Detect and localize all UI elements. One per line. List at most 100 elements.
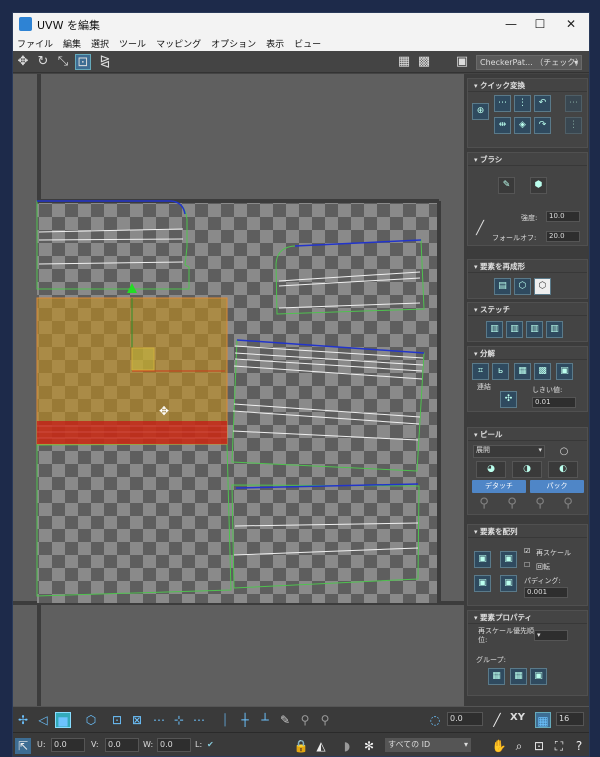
edge-shrink-icon[interactable]: ⋯ — [191, 712, 207, 728]
stitch-source-icon[interactable]: ▥ — [486, 321, 503, 338]
coordinates-icon[interactable]: ⇱ — [15, 738, 31, 754]
close-button[interactable]: ✕ — [558, 15, 584, 33]
group-add-icon[interactable]: ▦ — [488, 668, 505, 685]
menu-edit[interactable]: 編集 — [63, 37, 81, 50]
brush-title[interactable]: ブラシ — [468, 153, 587, 166]
strength-field[interactable]: 10.0 — [546, 211, 580, 222]
freeform-icon[interactable]: ⊡ — [75, 54, 91, 70]
stitch-custom-icon[interactable]: ▥ — [546, 321, 563, 338]
align-extra2-icon[interactable]: ⋮ — [565, 117, 582, 134]
select-lasso-icon[interactable]: ◁ — [35, 712, 51, 728]
group-select-icon[interactable]: ▣ — [530, 668, 547, 685]
edge-loop-icon[interactable]: ⋯ — [151, 712, 167, 728]
show-map-icon[interactable]: ▩ — [416, 54, 432, 70]
zoom-icon[interactable]: ⌕ — [511, 738, 527, 754]
rescale-priority-select[interactable]: ▾ — [534, 630, 568, 641]
uv-viewport[interactable]: ✥ — [13, 74, 464, 706]
pack-normalize-icon[interactable]: ▣ — [474, 551, 491, 568]
edge-grow-icon[interactable]: ⊹ — [171, 712, 187, 728]
falloff-field[interactable]: 20.0 — [546, 231, 580, 242]
group-remove-icon[interactable]: ▦ — [510, 668, 527, 685]
rescale-checkbox[interactable]: ☑ — [524, 547, 530, 555]
peel-mode-select[interactable]: 展開 ▾ — [473, 445, 545, 458]
stitch-title[interactable]: ステッチ — [468, 303, 587, 316]
pack-button[interactable]: パック — [530, 480, 584, 493]
rotate-angle-field[interactable]: 0.0 — [447, 712, 483, 726]
stitch-average-icon[interactable]: ▥ — [506, 321, 523, 338]
freeze-icon[interactable]: ✻ — [361, 738, 377, 754]
align-horizontal-icon[interactable]: ⋯ — [494, 95, 511, 112]
menu-select[interactable]: 選択 — [91, 37, 109, 50]
reshape-cube-icon[interactable]: ⬡ — [534, 278, 551, 295]
zoom-region-icon[interactable]: ⊡ — [531, 738, 547, 754]
checker-pattern-select[interactable]: CheckerPat... （チェック） ▾ — [476, 55, 582, 70]
axis-line-icon[interactable]: ╱ — [489, 712, 505, 728]
isolate-icon[interactable]: ◭ — [313, 738, 329, 754]
select-rect-icon[interactable]: ⊡ — [109, 712, 125, 728]
rotate-icon[interactable]: ↻ — [35, 54, 51, 70]
select-element-icon[interactable]: ⬡ — [83, 712, 99, 728]
soft-select-icon[interactable]: ⚲ — [297, 712, 313, 728]
mirror-icon[interactable]: ⧎ — [97, 54, 113, 70]
reshape-title[interactable]: 要素を再成形 — [468, 260, 587, 273]
scale-icon[interactable]: ⤡ — [55, 54, 71, 70]
split-frame-icon[interactable]: ▣ — [556, 363, 573, 380]
brush-relax-icon[interactable]: ⬢ — [530, 177, 547, 194]
break-icon[interactable]: ⌗ — [472, 363, 489, 380]
padding-field[interactable]: 0.001 — [524, 587, 568, 598]
align-extra-icon[interactable]: ⋯ — [565, 95, 582, 112]
pin-icon[interactable]: ⚲ — [476, 496, 492, 512]
maximize-button[interactable]: ☐ — [527, 15, 553, 33]
paint-select-icon[interactable]: ✎ — [277, 712, 293, 728]
help-icon[interactable]: ? — [571, 738, 587, 754]
move-icon[interactable]: ✥ — [15, 54, 31, 70]
rotate-angle-icon[interactable]: ◌ — [427, 712, 443, 728]
w-field[interactable]: 0.0 — [157, 738, 191, 752]
select-paint-icon[interactable]: ⊠ — [129, 712, 145, 728]
select-face-icon[interactable]: ■ — [55, 712, 71, 728]
pan-icon[interactable]: ✋ — [491, 738, 507, 754]
peel-reset-icon[interactable]: ○ — [556, 444, 572, 460]
weld-icon[interactable]: ✣ — [500, 391, 517, 408]
straighten-icon[interactable]: ◈ — [514, 117, 531, 134]
peel-pin-icon[interactable]: ◐ — [548, 461, 578, 478]
menu-mapping[interactable]: マッピング — [156, 37, 201, 50]
detach-button[interactable]: デタッチ — [472, 480, 526, 493]
pin-edge-icon[interactable]: ⚲ — [532, 496, 548, 512]
align-vertical-icon[interactable]: ⋮ — [514, 95, 531, 112]
reshape-straighten-icon[interactable]: ▤ — [494, 278, 511, 295]
rotate-checkbox[interactable]: ☐ — [524, 561, 530, 569]
lock-icon[interactable]: 🔒 — [293, 738, 309, 754]
xy-label[interactable]: XY — [510, 712, 525, 723]
hide-icon[interactable]: ◗ — [339, 738, 355, 754]
v-field[interactable]: 0.0 — [105, 738, 139, 752]
brush-paint-icon[interactable]: ✎ — [498, 177, 515, 194]
split-title[interactable]: 分解 — [468, 347, 587, 360]
menu-display[interactable]: 表示 — [266, 37, 284, 50]
pin-select-icon[interactable]: ⚲ — [560, 496, 576, 512]
snap-vertex-icon[interactable]: ✢ — [15, 712, 31, 728]
falloff-curve-icon[interactable]: ╱ — [472, 221, 488, 237]
arrange-title[interactable]: 要素を配列 — [468, 525, 587, 538]
rotate-cw-icon[interactable]: ↷ — [534, 117, 551, 134]
split-grid-icon[interactable]: ▦ — [514, 363, 531, 380]
rotate-ccw-icon[interactable]: ↶ — [534, 95, 551, 112]
quick-transform-title[interactable]: クイック変換 — [468, 79, 587, 92]
space-horizontal-icon[interactable]: ⇹ — [494, 117, 511, 134]
stitch-target-icon[interactable]: ▥ — [526, 321, 543, 338]
menu-view[interactable]: ビュー — [294, 37, 321, 50]
lock-check-icon[interactable]: ✔ — [207, 740, 214, 749]
u-field[interactable]: 0.0 — [51, 738, 85, 752]
grid-size-field[interactable]: 16 — [556, 712, 584, 726]
peel-title[interactable]: ピール — [468, 428, 587, 441]
menu-file[interactable]: ファイル — [17, 37, 53, 50]
pack-rescale-icon[interactable]: ▣ — [474, 575, 491, 592]
menu-options[interactable]: オプション — [211, 37, 256, 50]
zoom-extents-icon[interactable]: ⛶ — [551, 738, 567, 754]
align-center-icon[interactable]: ⊕ — [472, 103, 489, 120]
reshape-relax-icon[interactable]: ⬡ — [514, 278, 531, 295]
properties-title[interactable]: 要素プロパティ — [468, 611, 587, 624]
unpin-icon[interactable]: ⚲ — [504, 496, 520, 512]
ring-shrink-icon[interactable]: ┴ — [257, 712, 273, 728]
uv-canvas[interactable]: ✥ — [13, 74, 464, 706]
